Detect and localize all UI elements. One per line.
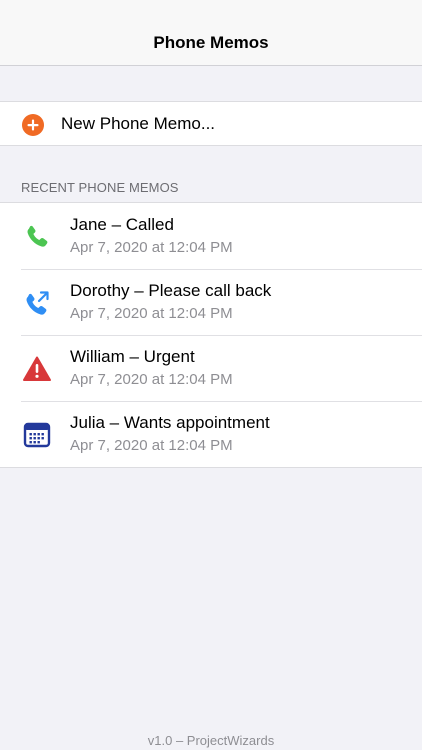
calendar-icon	[23, 422, 51, 448]
navigation-bar: Phone Memos	[0, 0, 422, 66]
memo-timestamp: Apr 7, 2020 at 12:04 PM	[70, 305, 233, 322]
phone-icon	[27, 225, 48, 247]
memo-row[interactable]: Julia – Wants appointment Apr 7, 2020 at…	[0, 401, 422, 467]
version-footer: v1.0 – ProjectWizards	[147, 733, 275, 748]
plus-circle-icon	[22, 114, 44, 136]
memo-title: Dorothy – Please call back	[70, 281, 272, 300]
new-phone-memo-button[interactable]: New Phone Memo...	[0, 101, 422, 146]
memo-list: Jane – Called Apr 7, 2020 at 12:04 PM Do…	[0, 202, 422, 468]
section-header: RECENT PHONE MEMOS	[21, 180, 179, 195]
memo-row[interactable]: Jane – Called Apr 7, 2020 at 12:04 PM	[0, 203, 422, 269]
warning-icon	[23, 356, 51, 381]
memo-timestamp: Apr 7, 2020 at 12:04 PM	[70, 371, 233, 388]
page-title: Phone Memos	[153, 33, 269, 52]
new-phone-memo-label: New Phone Memo...	[61, 114, 216, 133]
memo-title: Julia – Wants appointment	[70, 413, 270, 432]
memo-timestamp: Apr 7, 2020 at 12:04 PM	[70, 437, 233, 454]
memo-row[interactable]: William – Urgent Apr 7, 2020 at 12:04 PM	[0, 335, 422, 401]
phone-callback-icon	[26, 291, 49, 315]
memo-timestamp: Apr 7, 2020 at 12:04 PM	[70, 239, 233, 256]
memo-title: William – Urgent	[70, 347, 195, 366]
memo-row[interactable]: Dorothy – Please call back Apr 7, 2020 a…	[0, 269, 422, 335]
memo-title: Jane – Called	[70, 215, 174, 234]
